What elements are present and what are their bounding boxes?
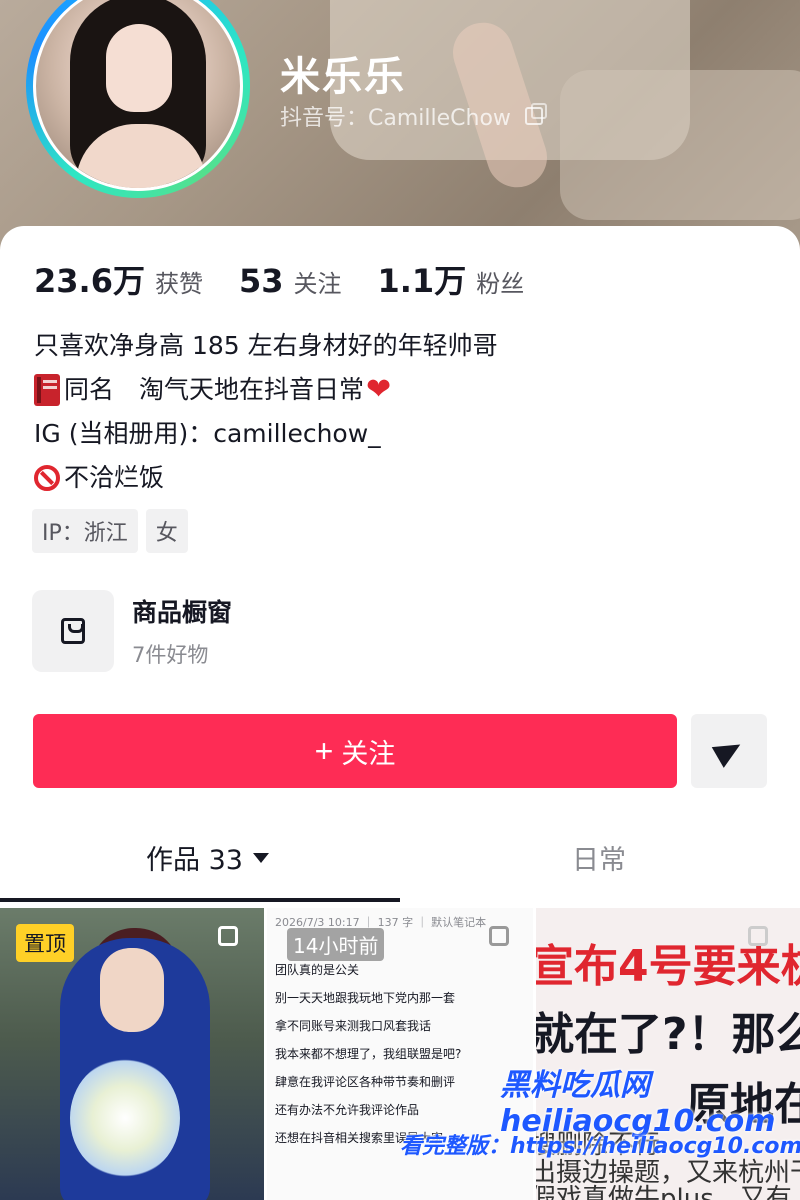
chevron-down-icon [252, 852, 269, 863]
thumbnail-caption: 假戏真做牛plus，又有 [536, 1184, 792, 1200]
bio-line-1: 只喜欢净身高 185 左右身材好的年轻帅哥 [34, 331, 498, 360]
note-line: 我本来都不想理了，我组联盟是吧? [275, 1047, 462, 1061]
video-tile[interactable]: 置顶 [0, 908, 264, 1200]
stat-likes-value: 23.6万 [34, 262, 145, 300]
time-overlay: 14小时前 [287, 928, 385, 961]
follow-button-label: 关注 [341, 738, 396, 769]
shopping-bag-icon [61, 618, 85, 644]
profile-tags: IP：浙江 女 [32, 509, 188, 553]
profile-stats: 23.6万 获赞 53 关注 1.1万 粉丝 [34, 256, 560, 302]
thumbnail-bouquet [70, 1058, 180, 1178]
bio-line: 同名 淘气天地在抖音日常 ❤ [34, 368, 498, 412]
stat-followers-value: 1.1万 [377, 262, 467, 300]
banner-background-detail [560, 70, 800, 220]
stat-following-label: 关注 [293, 270, 342, 298]
avatar[interactable] [26, 0, 250, 198]
bio-line-2: 同名 淘气天地在抖音日常 [64, 375, 365, 404]
watermark-note: 看完整版：https://heiliaocg10.com [400, 1134, 800, 1159]
thumbnail-figure [100, 948, 164, 1032]
stat-followers-label: 粉丝 [476, 270, 525, 298]
follow-button[interactable]: + 关注 [33, 714, 677, 788]
shop-window-entry[interactable]: 商品橱窗 7件好物 [32, 590, 232, 672]
profile-bio: 只喜欢净身高 185 左右身材好的年轻帅哥 同名 淘气天地在抖音日常 ❤ IG … [34, 324, 498, 500]
tag-gender: 女 [145, 509, 188, 553]
copy-icon[interactable] [524, 103, 547, 125]
note-line: 还有办法不允许我评论作品 [275, 1103, 420, 1117]
send-message-button[interactable] [691, 714, 767, 788]
profile-name: 米乐乐 [280, 54, 406, 100]
shop-icon-box [32, 590, 114, 672]
stat-following-value: 53 [238, 262, 284, 300]
bio-line: 不洽烂饭 [34, 456, 498, 500]
red-book-icon [34, 374, 60, 406]
multi-image-icon [489, 926, 509, 946]
tab-works-label: 作品 33 [146, 845, 243, 876]
bio-line-3: IG (当相册用)：camillechow_ [34, 419, 381, 448]
bio-line: 只喜欢净身高 185 左右身材好的年轻帅哥 [34, 324, 498, 368]
prohibited-icon [34, 465, 60, 491]
content-tabs: 作品 33 日常 [0, 838, 800, 902]
stat-following[interactable]: 53 关注 [239, 262, 342, 300]
multi-image-icon [218, 926, 238, 946]
stat-followers[interactable]: 1.1万 粉丝 [378, 256, 525, 302]
note-line: 拿不同账号来测我口风套我话 [275, 1019, 432, 1033]
tag-ip-location: IP：浙江 [32, 509, 138, 553]
shop-title: 商品橱窗 [132, 598, 233, 627]
profile-card: 23.6万 获赞 53 关注 1.1万 粉丝 只喜欢净身高 185 左右身材好的… [0, 226, 800, 1200]
send-icon [711, 734, 747, 768]
multi-image-icon [748, 926, 768, 946]
note-line: 别一天天地跟我玩地下党内那一套 [275, 991, 456, 1005]
bio-line: IG (当相册用)：camillechow_ [34, 412, 498, 456]
shop-subtitle: 7件好物 [132, 643, 209, 667]
thumbnail-caption: 就在了?！那么 [536, 1009, 800, 1060]
pinned-badge: 置顶 [16, 924, 74, 962]
note-line: 肆意在我评论区各种带节奏和删评 [275, 1075, 456, 1089]
stat-likes[interactable]: 23.6万 获赞 [34, 256, 203, 302]
bio-line-4: 不洽烂饭 [64, 463, 165, 492]
douyin-id[interactable]: 抖音号：CamilleChow [280, 100, 547, 132]
profile-banner: 米乐乐 抖音号：CamilleChow [0, 0, 800, 250]
stat-likes-label: 获赞 [154, 270, 203, 298]
tab-works[interactable]: 作品 33 [146, 838, 269, 877]
red-heart-icon: ❤ [366, 372, 392, 407]
tab-daily[interactable]: 日常 [572, 838, 626, 877]
douyin-id-text: 抖音号：CamilleChow [280, 106, 511, 131]
tab-active-indicator [0, 898, 400, 902]
plus-icon: + [314, 732, 334, 769]
